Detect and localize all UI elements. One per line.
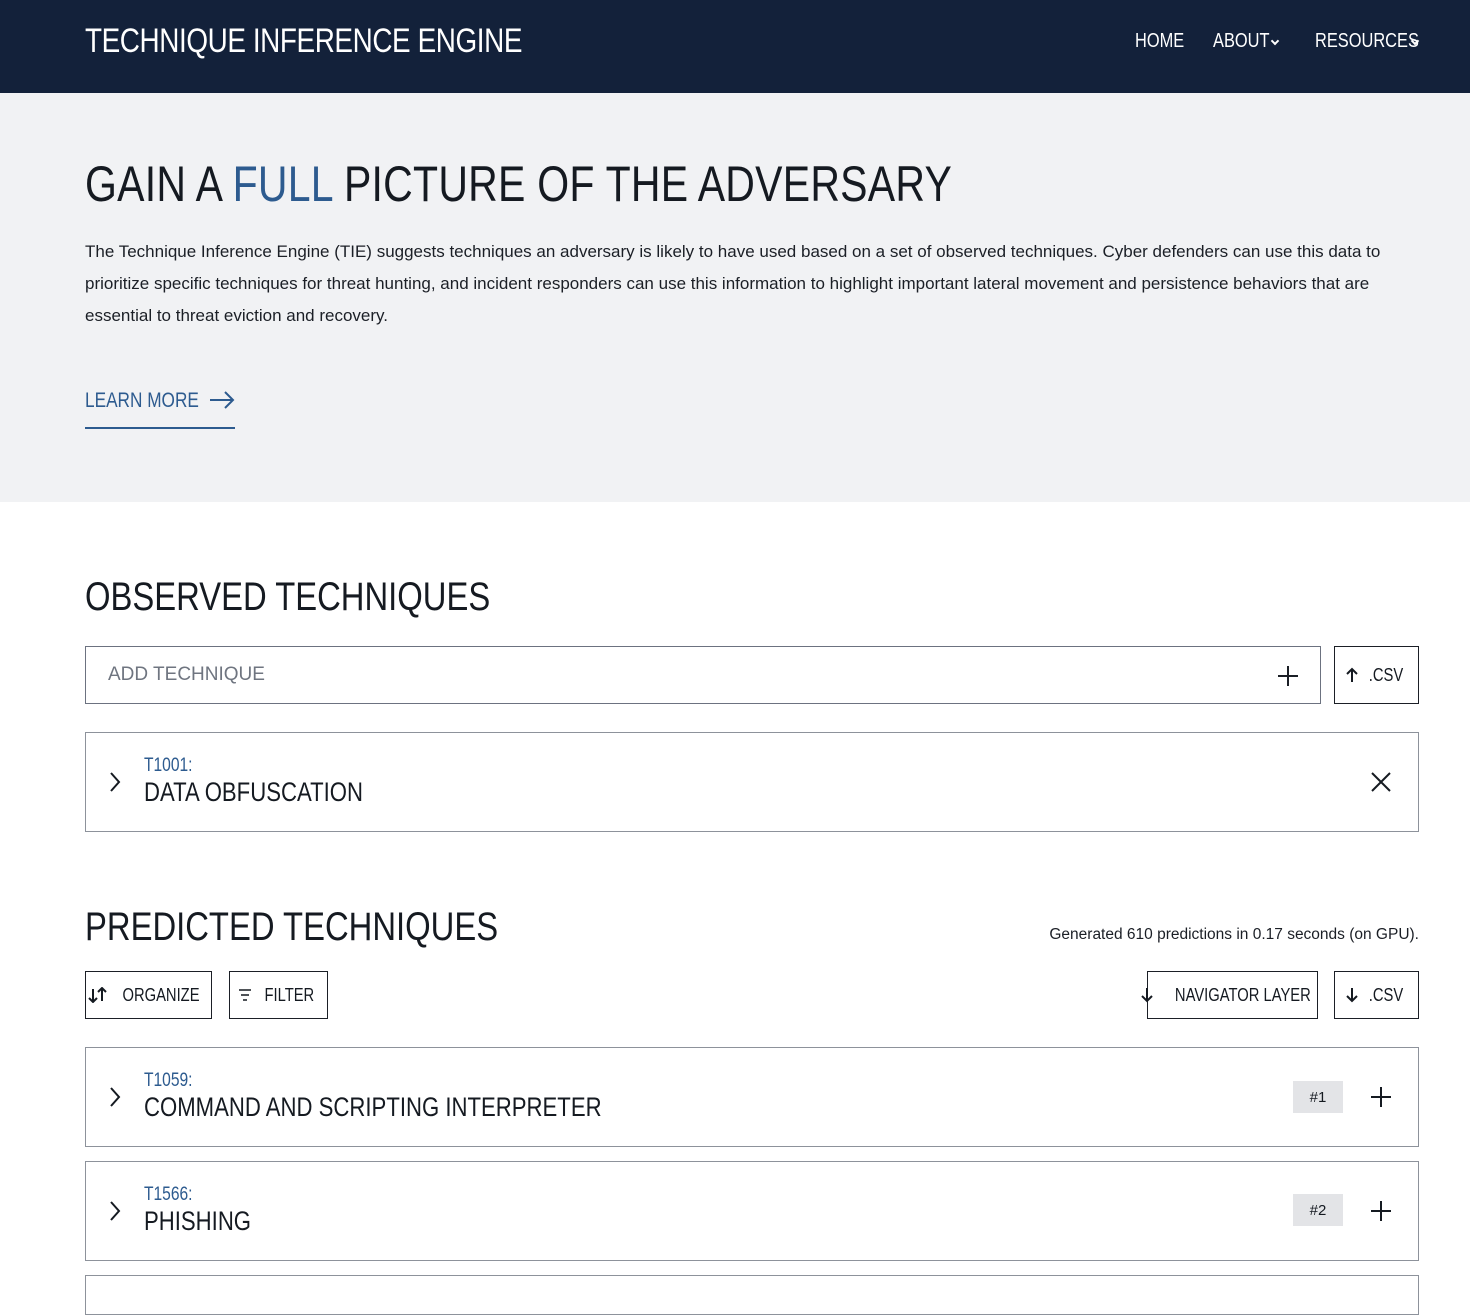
sort-icon [88,987,108,1003]
hero-title-part: GAIN A [85,156,233,212]
download-csv-label: .CSV [1369,984,1404,1005]
predicted-section-title: PREDICTED TECHNIQUES [85,905,499,949]
chevron-right-icon[interactable] [108,1200,122,1222]
top-navbar: TECHNIQUE INFERENCE ENGINE HOME ABOUT RE… [0,0,1470,93]
filter-label: FILTER [264,984,315,1005]
add-technique-box [85,646,1321,704]
add-technique-input[interactable] [86,647,1246,703]
technique-name: PHISHING [144,1206,252,1236]
navigator-layer-label: NAVIGATOR LAYER [1174,984,1311,1005]
upload-csv-button[interactable]: .CSV [1334,646,1419,704]
predicted-technique-card [85,1275,1419,1315]
predicted-technique-card: T1566: PHISHING #2 [85,1161,1419,1261]
arrow-down-icon [1140,988,1153,1003]
chevron-right-icon[interactable] [108,1086,122,1108]
predicted-technique-card: T1059: COMMAND AND SCRIPTING INTERPRETER… [85,1047,1419,1147]
nav-link-label: HOME [1135,30,1185,52]
rank-badge: #1 [1293,1081,1343,1113]
hero-section: GAIN A FULL PICTURE OF THE ADVERSARY The… [0,93,1470,502]
technique-id[interactable]: T1001: [144,755,193,777]
nav-link-label: RESOURCES [1315,30,1419,52]
filter-button[interactable]: FILTER [229,971,328,1019]
nav-link-about[interactable]: ABOUT [1213,30,1282,53]
close-icon[interactable] [1370,771,1392,793]
generation-status: Generated 610 predictions in 0.17 second… [1049,926,1419,943]
arrow-right-icon [210,391,235,409]
nav-link-home[interactable]: HOME [1135,30,1195,53]
hero-description: The Technique Inference Engine (TIE) sug… [85,242,1381,325]
upload-csv-label: .CSV [1369,664,1404,685]
technique-name: COMMAND AND SCRIPTING INTERPRETER [144,1092,602,1122]
arrow-down-icon [1346,988,1359,1003]
learn-more-link[interactable]: LEARN MORE [85,383,235,429]
arrow-up-icon [1346,667,1359,682]
observed-technique-card: T1001: DATA OBFUSCATION [85,732,1419,832]
hero-title-part: PICTURE OF THE ADVERSARY [332,156,953,212]
download-csv-button[interactable]: .CSV [1334,971,1419,1019]
plus-icon[interactable] [1276,664,1300,688]
technique-id[interactable]: T1059: [144,1070,193,1092]
navigator-layer-button[interactable]: NAVIGATOR LAYER [1140,971,1318,1019]
learn-more-label: LEARN MORE [85,389,199,412]
rank-badge: #2 [1293,1194,1343,1226]
observed-section-title: OBSERVED TECHNIQUES [85,575,491,619]
site-brand[interactable]: TECHNIQUE INFERENCE ENGINE [85,22,522,61]
nav-link-label: ABOUT [1213,30,1270,52]
technique-id[interactable]: T1566: [144,1184,193,1206]
filter-icon [239,989,252,1001]
technique-name: DATA OBFUSCATION [144,777,363,807]
chevron-down-icon [1270,36,1280,46]
organize-button[interactable]: ORGANIZE [85,971,212,1019]
hero-title-accent: FULL [232,156,333,212]
hero-title: GAIN A FULL PICTURE OF THE ADVERSARY [85,155,952,213]
plus-icon[interactable] [1370,1086,1392,1108]
plus-icon[interactable] [1370,1200,1392,1222]
organize-label: ORGANIZE [122,984,201,1005]
nav-link-resources[interactable]: RESOURCES [1315,30,1442,53]
chevron-right-icon[interactable] [108,771,122,793]
